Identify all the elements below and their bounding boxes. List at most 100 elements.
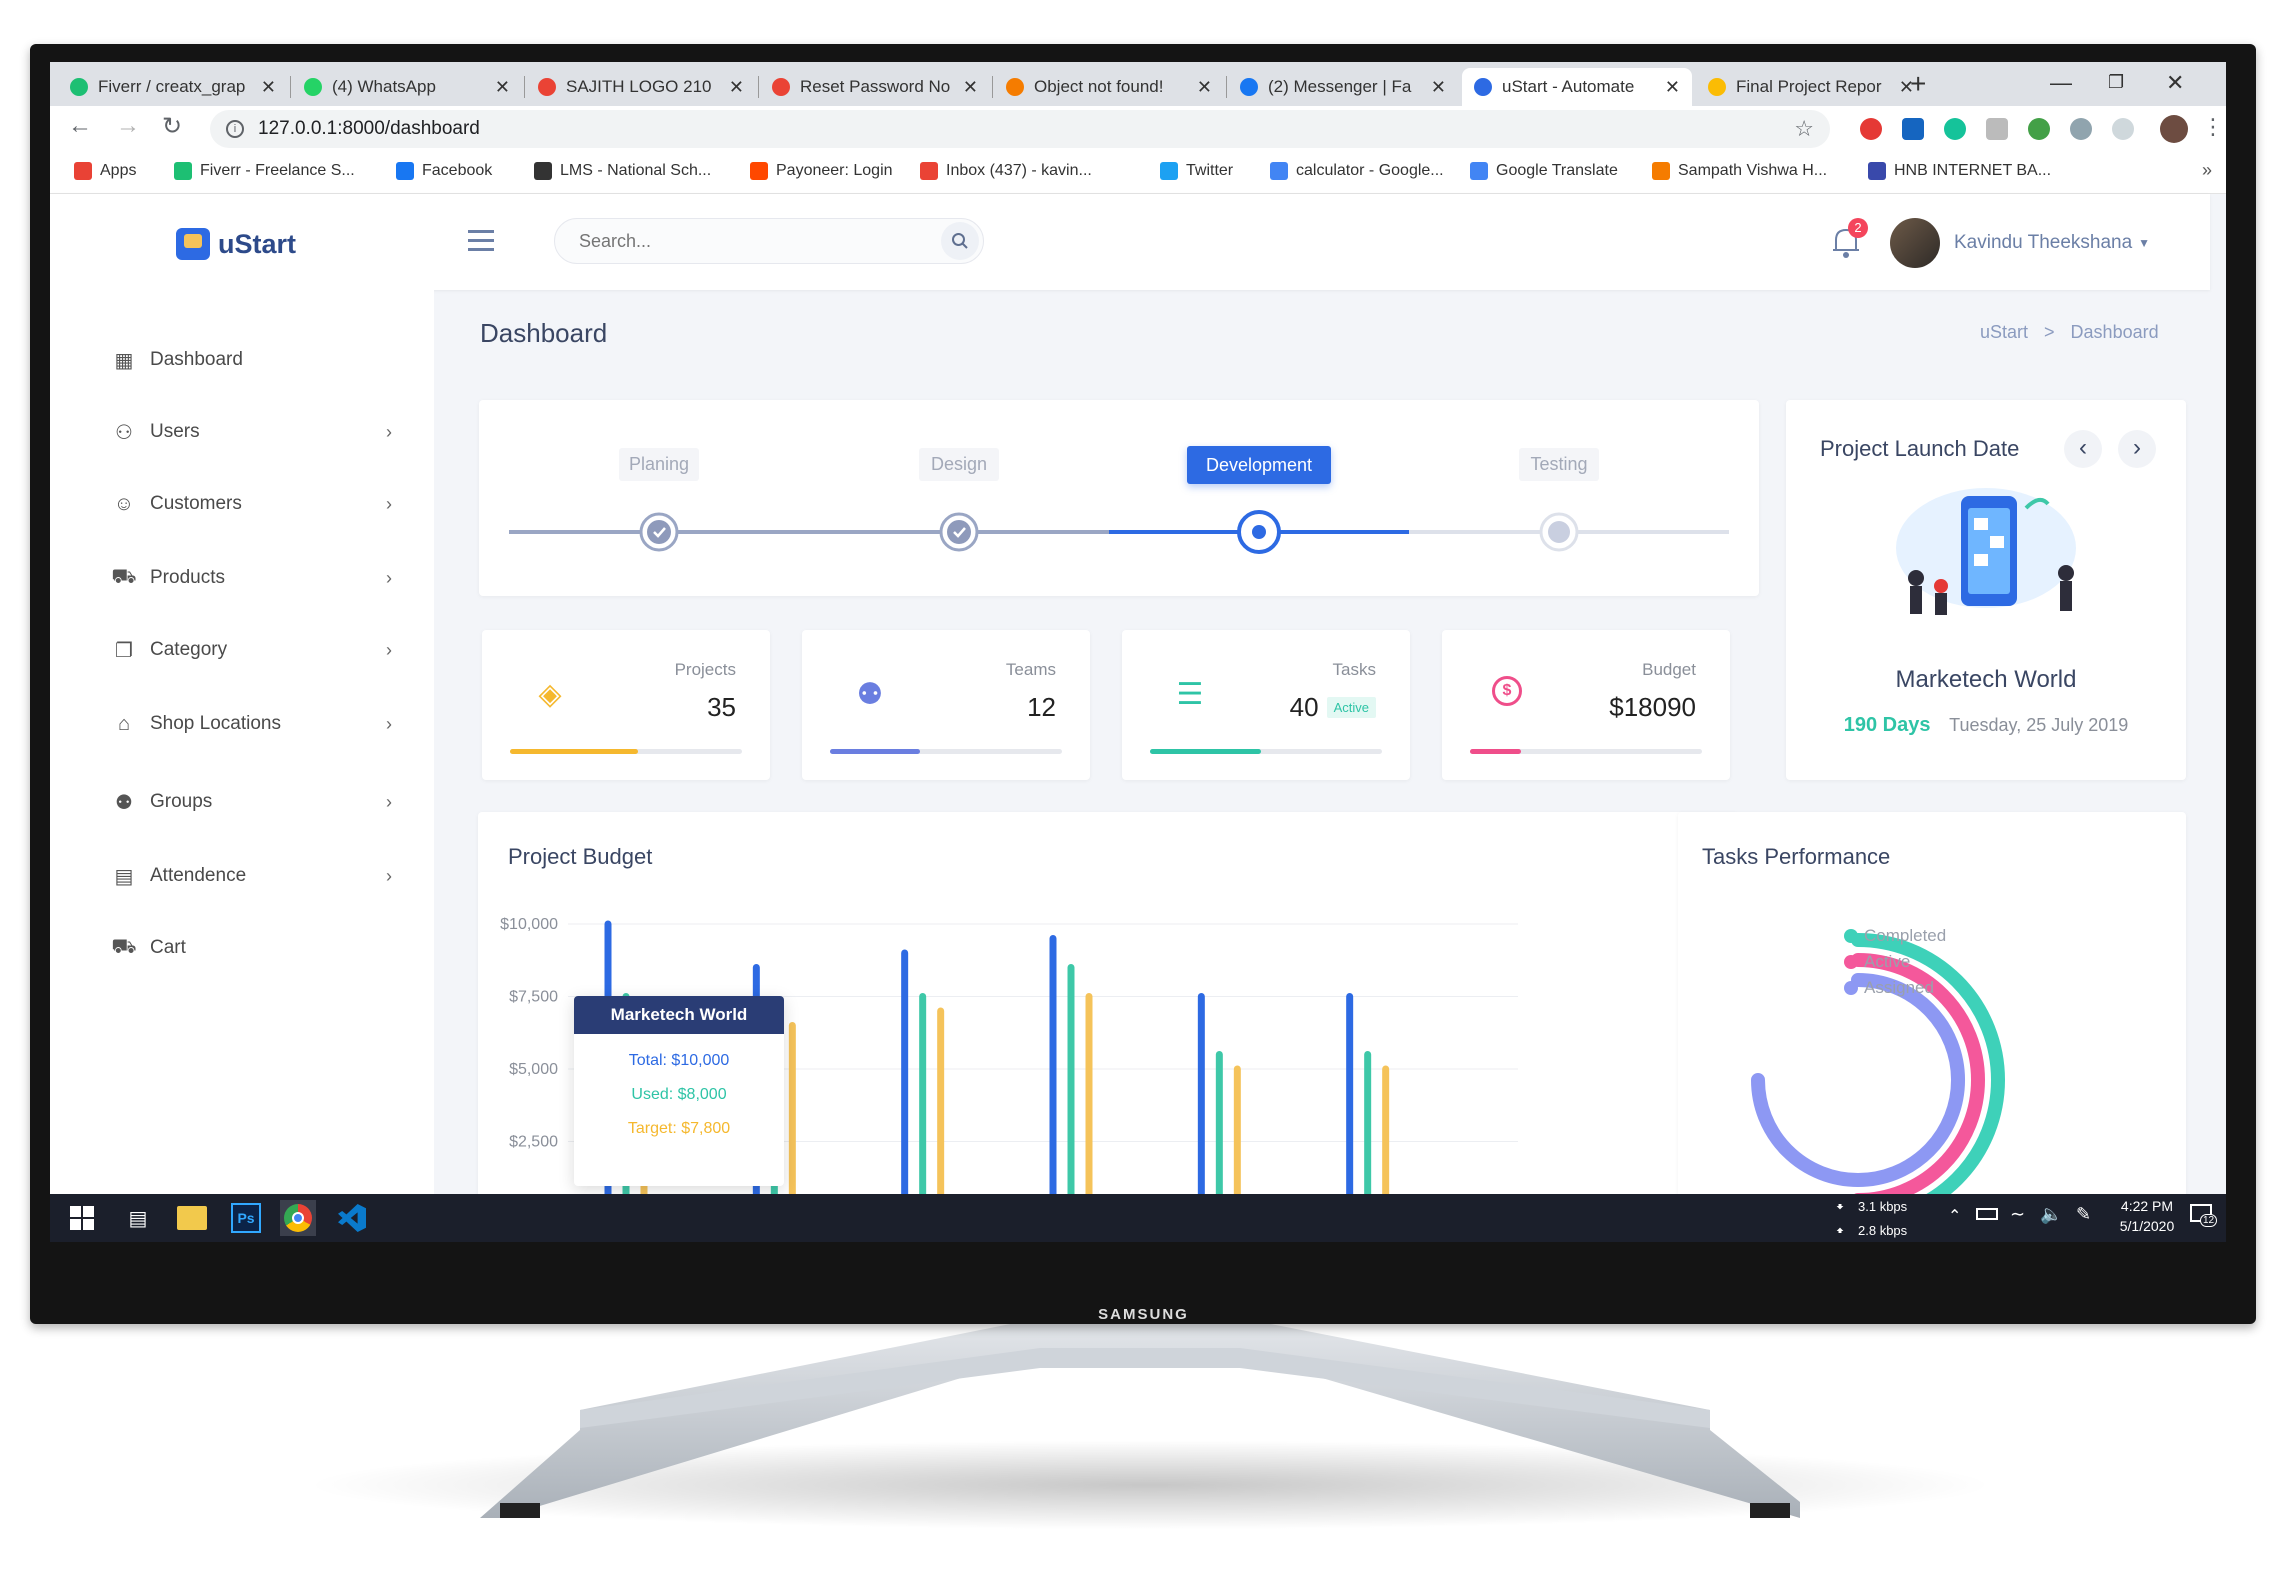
- browser-tab[interactable]: Fiverr / creatx_grap ✕: [58, 68, 288, 106]
- browser-tab[interactable]: SAJITH LOGO 210 ✕: [526, 68, 756, 106]
- extension-icon[interactable]: [1986, 118, 2008, 140]
- minimize-icon[interactable]: —: [2050, 70, 2072, 96]
- breadcrumb-root[interactable]: uStart: [1980, 322, 2028, 343]
- info-icon[interactable]: i: [226, 120, 244, 138]
- tab-close-icon[interactable]: ✕: [1431, 77, 1446, 98]
- extension-icon[interactable]: [2070, 118, 2092, 140]
- tab-close-icon[interactable]: ✕: [261, 77, 276, 98]
- tray-chevron-icon[interactable]: ⌃: [1948, 1206, 1961, 1226]
- profile-avatar[interactable]: [2160, 115, 2188, 143]
- battery-icon[interactable]: [1976, 1208, 1998, 1220]
- forward-icon[interactable]: →: [116, 112, 140, 140]
- sidebar-item-attendence[interactable]: ▤ Attendence ›: [112, 864, 392, 888]
- task-view-icon[interactable]: ▤: [120, 1200, 156, 1236]
- stat-card-projects[interactable]: ◈ Projects 35: [482, 630, 770, 780]
- browser-address-bar: ← → ↻ i 127.0.0.1:8000/dashboard ☆ ⋮: [50, 106, 2226, 152]
- notifications-button[interactable]: 2: [1830, 218, 1868, 265]
- stat-card-budget[interactable]: $ Budget $18090: [1442, 630, 1730, 780]
- bookmark-item[interactable]: Inbox (437) - kavin...: [920, 162, 1092, 180]
- sidebar-item-shop-locations[interactable]: ⌂ Shop Locations ›: [112, 712, 392, 736]
- search-button[interactable]: [941, 222, 979, 260]
- tab-close-icon[interactable]: ✕: [1197, 77, 1212, 98]
- menu-dots-icon[interactable]: ⋮: [2202, 114, 2224, 140]
- stat-label: Budget: [1642, 660, 1696, 679]
- bookmark-item[interactable]: Fiverr - Freelance S...: [174, 162, 355, 180]
- back-icon[interactable]: ←: [68, 112, 92, 140]
- grammarly-icon[interactable]: [1944, 118, 1966, 140]
- volume-icon[interactable]: 🔈: [2040, 1204, 2062, 1225]
- tab-favicon: [538, 78, 556, 96]
- tooltip-used: Used: $8,000: [631, 1086, 727, 1103]
- file-explorer-icon[interactable]: [174, 1200, 210, 1236]
- legend-label: Assigned: [1864, 978, 1934, 997]
- clock[interactable]: 4:22 PM 5/1/2020: [2112, 1198, 2182, 1234]
- user-avatar[interactable]: [1890, 218, 1940, 268]
- tab-close-icon[interactable]: ✕: [963, 77, 978, 98]
- stage-node-design[interactable]: [939, 512, 979, 552]
- stat-card-teams[interactable]: ⚉ Teams 12: [802, 630, 1090, 780]
- adblock-icon[interactable]: [1860, 118, 1882, 140]
- bookmark-item[interactable]: Twitter: [1160, 162, 1233, 180]
- search-input[interactable]: [579, 227, 899, 255]
- url-bar[interactable]: i 127.0.0.1:8000/dashboard ☆: [210, 110, 1830, 148]
- wifi-icon[interactable]: ∼: [2010, 1204, 2025, 1225]
- bookmark-label: calculator - Google...: [1296, 162, 1444, 179]
- maximize-icon[interactable]: ❐: [2108, 72, 2124, 93]
- pen-icon[interactable]: ✎: [2076, 1204, 2091, 1225]
- launch-next-button[interactable]: ›: [2118, 430, 2156, 468]
- extension-icon[interactable]: [2112, 118, 2134, 140]
- photoshop-icon[interactable]: Ps: [228, 1200, 264, 1236]
- bookmark-item[interactable]: calculator - Google...: [1270, 162, 1444, 180]
- chrome-icon[interactable]: [280, 1200, 316, 1236]
- bookmark-item[interactable]: Facebook: [396, 162, 492, 180]
- stage-label: Testing: [1519, 448, 1599, 481]
- sidebar-item-category[interactable]: ❐ Category ›: [112, 638, 392, 662]
- screen: Fiverr / creatx_grap ✕ (4) WhatsApp ✕ SAJITH…: [50, 62, 2226, 1242]
- sidebar-item-customers[interactable]: ☺ Customers ›: [112, 492, 392, 516]
- launch-project-name: Marketech World: [1895, 666, 2077, 693]
- tab-title: (2) Messenger | Fa: [1268, 77, 1412, 96]
- action-center-icon[interactable]: 12: [2190, 1204, 2218, 1228]
- windows-start-icon[interactable]: [64, 1200, 100, 1236]
- stat-card-tasks[interactable]: ☰ Tasks 40 Active: [1122, 630, 1410, 780]
- sidebar-item-users[interactable]: ⚇ Users ›: [112, 420, 392, 444]
- sidebar-item-cart[interactable]: ⛟ Cart: [111, 936, 392, 960]
- tab-close-icon[interactable]: ✕: [495, 77, 510, 98]
- user-menu[interactable]: Kavindu Theekshana ▼: [1954, 232, 2150, 254]
- browser-tab[interactable]: (4) WhatsApp ✕: [292, 68, 522, 106]
- bookmark-item[interactable]: Google Translate: [1470, 162, 1618, 180]
- browser-tab[interactable]: (2) Messenger | Fa ✕: [1228, 68, 1458, 106]
- bookmark-item[interactable]: Sampath Vishwa H...: [1652, 162, 1827, 180]
- bookmark-item[interactable]: HNB INTERNET BA...: [1868, 162, 2051, 180]
- logo-icon: [176, 228, 210, 260]
- tab-separator: [758, 76, 759, 98]
- tab-close-icon[interactable]: ✕: [729, 77, 744, 98]
- browser-tab[interactable]: Final Project Repor ✕: [1696, 68, 1926, 106]
- stage-node-development[interactable]: [1237, 510, 1281, 554]
- extension-icon[interactable]: [2028, 118, 2050, 140]
- bookmark-star-icon[interactable]: ☆: [1794, 116, 1814, 142]
- close-window-icon[interactable]: ✕: [2166, 70, 2184, 96]
- extension-icon[interactable]: [1902, 118, 1924, 140]
- hamburger-icon[interactable]: [468, 230, 494, 251]
- tab-close-icon[interactable]: ✕: [1665, 77, 1680, 98]
- stage-node-testing[interactable]: [1539, 512, 1579, 552]
- stage-node-planing[interactable]: [639, 512, 679, 552]
- new-tab-button[interactable]: +: [1910, 68, 1926, 100]
- sidebar-item-dashboard[interactable]: ▦ Dashboard: [112, 348, 392, 372]
- bookmark-item[interactable]: Payoneer: Login: [750, 162, 893, 180]
- chevron-right-icon: ›: [386, 639, 392, 660]
- reload-icon[interactable]: ↻: [162, 112, 182, 141]
- sidebar-item-groups[interactable]: ⚉ Groups ›: [112, 790, 392, 814]
- vscode-icon[interactable]: [334, 1200, 370, 1236]
- bookmarks-more[interactable]: »: [2202, 160, 2212, 181]
- launch-prev-button[interactable]: ‹: [2064, 430, 2102, 468]
- bookmark-label: Facebook: [422, 162, 493, 179]
- browser-tab[interactable]: Reset Password No ✕: [760, 68, 990, 106]
- sidebar-item-products[interactable]: ⛟ Products ›: [111, 566, 392, 590]
- logo[interactable]: uStart: [176, 228, 296, 260]
- browser-tab[interactable]: uStart - Automate ✕: [1462, 68, 1692, 106]
- browser-tab[interactable]: Object not found! ✕: [994, 68, 1224, 106]
- bookmark-item[interactable]: LMS - National Sch...: [534, 162, 711, 180]
- bookmark-item[interactable]: Apps: [74, 162, 136, 180]
